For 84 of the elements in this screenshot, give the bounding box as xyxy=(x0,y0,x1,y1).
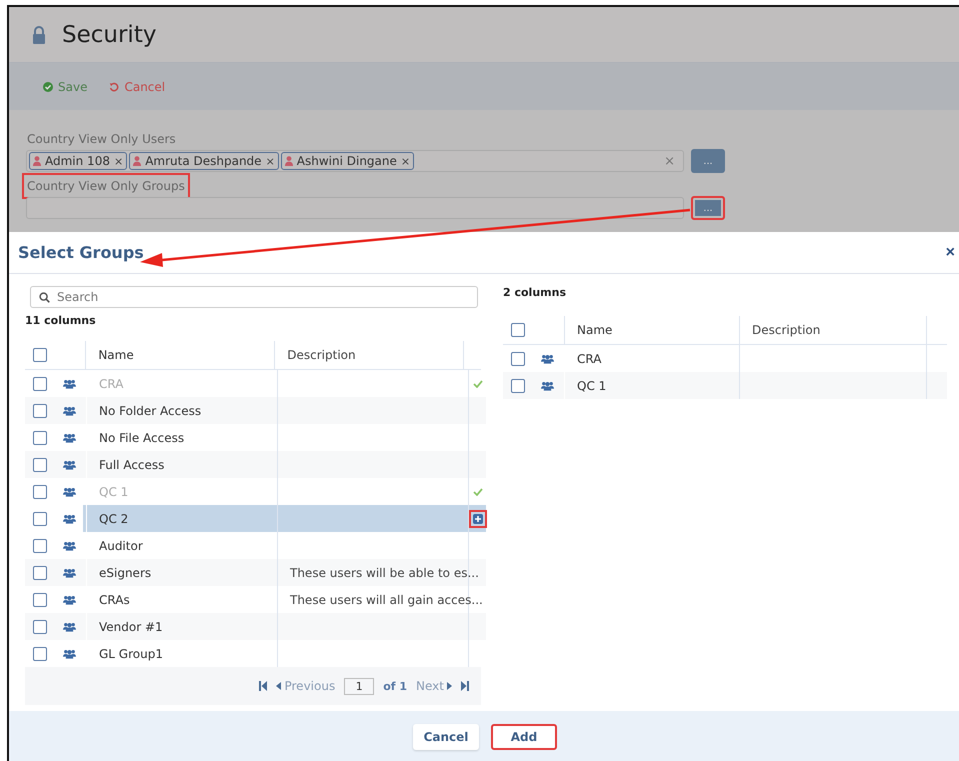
check-icon xyxy=(472,488,482,496)
search-icon xyxy=(39,292,50,303)
remove-tag-icon[interactable]: × xyxy=(266,154,275,168)
group-name: Auditor xyxy=(98,538,144,554)
group-name: QC 1 xyxy=(576,378,608,394)
group-icon xyxy=(62,594,76,604)
column-header[interactable]: Name xyxy=(565,316,739,344)
groups-field[interactable] xyxy=(26,197,684,219)
close-button[interactable]: × xyxy=(944,244,957,262)
group-icon xyxy=(62,406,76,416)
group-icon xyxy=(540,354,554,364)
user-tag[interactable]: Admin 108 × xyxy=(29,152,128,170)
users-field[interactable]: Admin 108 × Amruta Deshpande × Ashwini Dingane × × xyxy=(26,150,684,172)
table-row[interactable]: eSigners These users will be able to es... xyxy=(25,559,486,586)
dialog-title: Select Groups xyxy=(18,243,144,262)
select-all-checkbox[interactable] xyxy=(511,323,525,337)
group-icon xyxy=(540,380,554,390)
row-checkbox[interactable] xyxy=(33,566,47,580)
table-row[interactable]: QC 1 xyxy=(503,372,947,399)
remove-tag-icon[interactable]: × xyxy=(114,154,124,168)
group-name: eSigners xyxy=(98,564,152,582)
caret-left-icon xyxy=(276,682,282,690)
group-name: GL Group1 xyxy=(98,646,164,662)
row-checkbox[interactable] xyxy=(511,378,525,392)
group-icon xyxy=(62,460,76,470)
select-all-checkbox[interactable] xyxy=(32,348,47,362)
add-button[interactable]: Add xyxy=(491,724,557,750)
lock-icon xyxy=(32,26,46,44)
group-icon xyxy=(62,486,76,496)
row-checkbox[interactable] xyxy=(33,620,47,634)
group-name: QC 1 xyxy=(98,484,130,500)
search-field[interactable]: Search xyxy=(30,286,478,308)
group-icon xyxy=(62,378,76,388)
table-row[interactable]: No Folder Access xyxy=(25,397,486,424)
row-checkbox[interactable] xyxy=(33,458,47,472)
group-description: These users will all gain acces... xyxy=(290,592,483,606)
first-page-icon[interactable] xyxy=(259,681,268,691)
group-name: No Folder Access xyxy=(98,402,202,420)
column-header[interactable]: Name xyxy=(86,341,274,369)
undo-icon xyxy=(109,82,120,92)
user-icon xyxy=(284,156,293,166)
last-page-icon[interactable] xyxy=(461,681,469,691)
cancel-button[interactable]: Cancel xyxy=(413,724,479,750)
group-icon xyxy=(62,432,76,442)
page-title: Security xyxy=(62,22,156,48)
group-icon xyxy=(62,622,76,632)
group-description: These users will be able to es... xyxy=(290,566,479,580)
group-icon xyxy=(62,648,76,658)
group-name: CRA xyxy=(98,376,124,392)
row-checkbox[interactable] xyxy=(511,352,525,366)
group-name: Vendor #1 xyxy=(98,618,164,636)
group-name: CRA xyxy=(576,350,602,368)
group-name: CRAs xyxy=(98,592,131,608)
check-circle-icon xyxy=(43,82,53,92)
row-checkbox[interactable] xyxy=(33,484,47,498)
remove-tag-icon[interactable]: × xyxy=(400,154,410,168)
page-number-field[interactable]: 1 xyxy=(344,678,374,694)
row-checkbox[interactable] xyxy=(33,538,47,552)
row-checkbox[interactable] xyxy=(33,646,47,660)
row-checkbox[interactable] xyxy=(33,376,47,390)
group-icon xyxy=(62,540,76,550)
table-row[interactable]: Vendor #1 xyxy=(25,613,486,640)
row-checkbox[interactable] xyxy=(33,592,47,606)
user-icon xyxy=(33,156,41,166)
table-row[interactable]: Full Access xyxy=(25,451,486,478)
row-checkbox[interactable] xyxy=(33,512,47,526)
column-count: 11 columns xyxy=(25,314,97,327)
group-name: Full Access xyxy=(98,456,166,474)
column-header[interactable]: Description xyxy=(274,341,464,369)
user-icon xyxy=(133,156,142,166)
column-count: 2 columns xyxy=(503,286,568,299)
row-checkbox[interactable] xyxy=(33,430,47,444)
group-icon xyxy=(62,514,76,524)
group-icon xyxy=(62,568,76,578)
column-header[interactable]: Description xyxy=(739,316,927,344)
field-label: Country View Only Users xyxy=(26,131,177,148)
group-name: No File Access xyxy=(98,430,186,446)
page-total: of 1 xyxy=(383,680,408,692)
caret-right-icon xyxy=(447,682,452,690)
row-checkbox[interactable] xyxy=(33,404,47,418)
group-name: QC 2 xyxy=(98,510,130,528)
user-tag[interactable]: Ashwini Dingane × xyxy=(280,152,414,170)
user-tag[interactable]: Amruta Deshpande × xyxy=(129,152,279,170)
check-icon xyxy=(472,380,482,388)
